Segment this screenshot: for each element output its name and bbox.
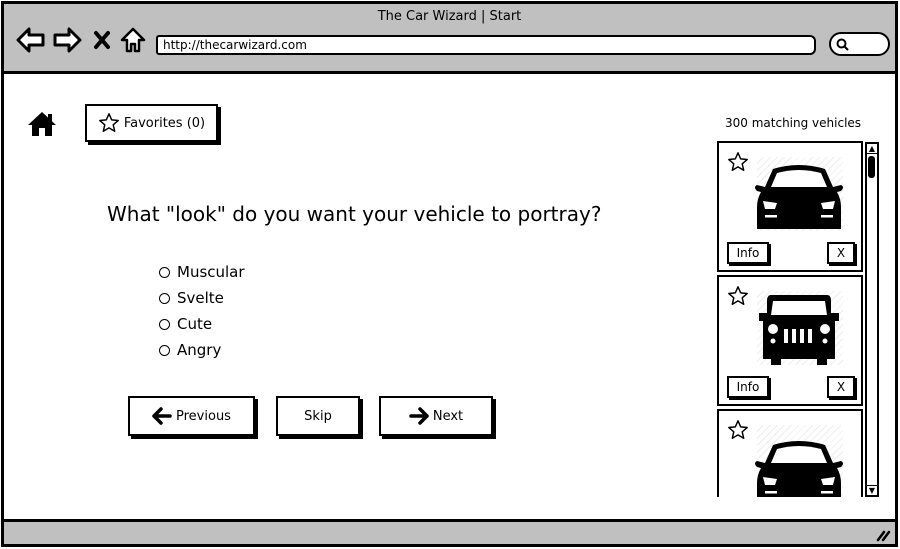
jeep-suv-icon — [759, 295, 839, 365]
option-label: Cute — [177, 315, 213, 333]
option-label: Angry — [177, 341, 222, 359]
option-label: Svelte — [177, 289, 224, 307]
browser-window: The Car Wizard | Start http://thecarwiza… — [1, 1, 898, 547]
favorite-star-icon[interactable] — [727, 151, 749, 173]
skip-button[interactable]: Skip — [276, 396, 360, 436]
info-button[interactable]: Info — [727, 242, 769, 264]
vehicle-card — [717, 409, 863, 497]
vehicle-results-list: Info X Info X — [717, 141, 865, 497]
previous-button[interactable]: Previous — [128, 396, 255, 436]
results-scrollbar[interactable]: ▲ ▼ — [865, 142, 879, 497]
radio-button[interactable] — [159, 318, 170, 330]
favorites-label: Favorites (0) — [123, 115, 206, 131]
scroll-thumb[interactable] — [868, 156, 875, 178]
next-label: Next — [432, 408, 464, 424]
browser-search-input[interactable] — [829, 32, 890, 56]
option-svelte[interactable]: Svelte — [159, 285, 245, 311]
search-icon — [836, 38, 849, 51]
scroll-up-arrow-icon[interactable]: ▲ — [867, 144, 877, 154]
favorites-button[interactable]: Favorites (0) — [85, 104, 218, 142]
url-input[interactable]: http://thecarwizard.com — [156, 35, 816, 55]
option-muscular[interactable]: Muscular — [159, 259, 245, 285]
option-cute[interactable]: Cute — [159, 311, 245, 337]
dismiss-button[interactable]: X — [827, 242, 855, 264]
browser-statusbar — [4, 519, 895, 544]
look-options-radio-group: Muscular Svelte Cute Angry — [159, 259, 245, 363]
next-button[interactable]: Next — [379, 396, 493, 436]
info-button[interactable]: Info — [727, 376, 769, 398]
arrow-left-icon — [152, 407, 172, 425]
arrow-right-icon — [409, 407, 429, 425]
vehicle-card: Info X — [717, 275, 863, 406]
vehicle-card: Info X — [717, 141, 863, 272]
home-nav-icon[interactable] — [120, 26, 146, 54]
home-icon — [28, 112, 56, 136]
home-button[interactable] — [26, 109, 58, 139]
back-arrow-icon[interactable] — [16, 26, 46, 54]
stop-x-icon[interactable] — [92, 26, 112, 54]
radio-button[interactable] — [159, 266, 170, 278]
favorite-star-icon[interactable] — [727, 419, 749, 441]
radio-button[interactable] — [159, 344, 170, 356]
sedan-car-icon — [755, 165, 843, 229]
forward-arrow-icon[interactable] — [52, 26, 82, 54]
favorite-star-icon[interactable] — [727, 285, 749, 307]
resize-grip-icon[interactable] — [875, 526, 891, 542]
previous-label: Previous — [176, 408, 231, 424]
scroll-down-arrow-icon[interactable]: ▼ — [867, 485, 877, 495]
sedan-car-icon — [755, 441, 843, 497]
star-outline-icon — [98, 113, 119, 132]
browser-titlebar: The Car Wizard | Start http://thecarwiza… — [4, 4, 895, 74]
wizard-question: What "look" do you want your vehicle to … — [107, 202, 602, 226]
radio-button[interactable] — [159, 292, 170, 304]
window-title: The Car Wizard | Start — [377, 9, 522, 24]
option-angry[interactable]: Angry — [159, 337, 245, 363]
dismiss-button[interactable]: X — [827, 376, 855, 398]
skip-label: Skip — [304, 408, 332, 424]
matching-vehicles-count: 300 matching vehicles — [725, 116, 862, 130]
option-label: Muscular — [177, 263, 245, 281]
